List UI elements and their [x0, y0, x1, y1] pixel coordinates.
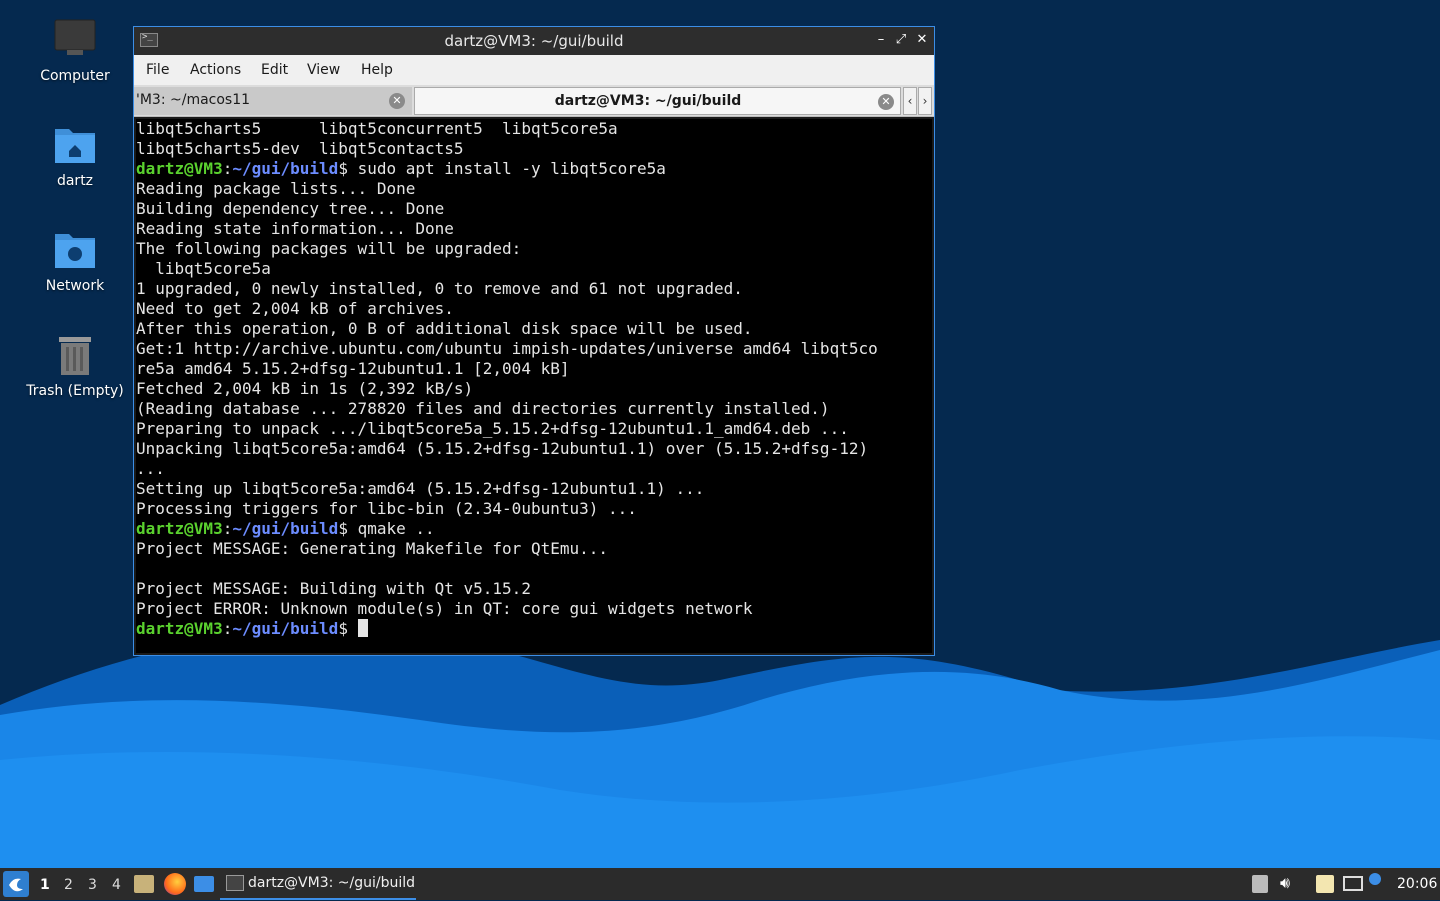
- terminal-output[interactable]: libqt5charts5 libqt5concurrent5 libqt5co…: [136, 119, 932, 653]
- terminal-line: (Reading database ... 278820 files and d…: [136, 399, 830, 418]
- terminal-icon: [226, 875, 244, 891]
- terminal-line: Reading package lists... Done: [136, 179, 416, 198]
- tab-macos11[interactable]: 'M3: ~/macos11 ✕: [134, 87, 412, 115]
- desktop-icon-label: Network: [45, 278, 105, 294]
- window-titlebar[interactable]: dartz@VM3: ~/gui/build – ⤢ ✕: [134, 27, 934, 55]
- terminal-line: libqt5charts5 libqt5concurrent5 libqt5co…: [136, 119, 618, 138]
- menu-bar: File Actions Edit View Help: [134, 55, 934, 85]
- menu-view[interactable]: View: [307, 62, 340, 78]
- workspace-4[interactable]: 4: [112, 877, 121, 893]
- text-cursor: [357, 619, 368, 637]
- terminal-line: Project MESSAGE: Generating Makefile for…: [136, 539, 609, 558]
- command-text: sudo apt install -y libqt5core5a: [347, 159, 666, 178]
- clock[interactable]: 20:06: [1397, 876, 1437, 892]
- terminal-line: libqt5core5a: [136, 259, 271, 278]
- terminal-line: Project MESSAGE: Building with Qt v5.15.…: [136, 579, 531, 598]
- home-folder-icon: [51, 121, 99, 169]
- clipboard-icon[interactable]: [1316, 875, 1334, 893]
- maximize-button[interactable]: ⤢: [892, 31, 910, 49]
- terminal-line: re5a amd64 5.15.2+dfsg-12ubuntu1.1 [2,00…: [136, 359, 570, 378]
- tab-label: dartz@VM3: ~/gui/build: [554, 93, 742, 109]
- close-button[interactable]: ✕: [913, 31, 931, 49]
- desktop-icon-network[interactable]: Network: [20, 226, 130, 294]
- prompt-path: ~/gui/build: [232, 519, 339, 538]
- terminal-line: Unpacking libqt5core5a:amd64 (5.15.2+dfs…: [136, 439, 869, 458]
- notification-icon[interactable]: [1369, 873, 1381, 885]
- desktop-icon-computer[interactable]: Computer: [20, 16, 130, 84]
- prompt-path: ~/gui/build: [232, 619, 339, 638]
- desktop-icon-label: Computer: [40, 68, 110, 84]
- terminal-line: libqt5charts5-dev libqt5contacts5: [136, 139, 464, 158]
- prompt-user: dartz@VM3: [136, 619, 223, 638]
- tab-label: 'M3: ~/macos11: [136, 92, 251, 108]
- terminal-window[interactable]: dartz@VM3: ~/gui/build – ⤢ ✕ File Action…: [133, 26, 935, 656]
- tab-bar: 'M3: ~/macos11 ✕ dartz@VM3: ~/gui/build …: [134, 85, 934, 117]
- computer-icon: [51, 16, 99, 64]
- volume-icon[interactable]: 🔊︎: [1280, 873, 1290, 893]
- menu-file[interactable]: File: [146, 62, 169, 78]
- workspace-2[interactable]: 2: [64, 877, 73, 893]
- terminal-line: After this operation, 0 B of additional …: [136, 319, 753, 338]
- prompt-user: dartz@VM3: [136, 159, 223, 178]
- firefox-icon[interactable]: [164, 873, 186, 895]
- tab-scroll-right-button[interactable]: ›: [918, 87, 932, 115]
- menu-actions[interactable]: Actions: [190, 62, 241, 78]
- terminal-line: Preparing to unpack .../libqt5core5a_5.1…: [136, 419, 849, 438]
- eject-icon[interactable]: [1252, 875, 1268, 893]
- prompt-user: dartz@VM3: [136, 519, 223, 538]
- prompt-path: ~/gui/build: [232, 159, 339, 178]
- terminal-line: ...: [136, 459, 165, 478]
- terminal-line: The following packages will be upgraded:: [136, 239, 522, 258]
- start-menu-icon[interactable]: [3, 871, 29, 897]
- network-folder-icon: [51, 226, 99, 274]
- command-text: qmake ..: [347, 519, 435, 538]
- file-manager-icon[interactable]: [134, 875, 154, 893]
- desktop-icon-label: dartz: [56, 173, 94, 189]
- terminal-line: Processing triggers for libc-bin (2.34-0…: [136, 499, 637, 518]
- desktop-icon-trash[interactable]: Trash (Empty): [20, 331, 130, 399]
- window-title: dartz@VM3: ~/gui/build: [444, 32, 624, 50]
- tab-close-icon[interactable]: ✕: [389, 93, 405, 109]
- trash-icon: [51, 331, 99, 379]
- network-status-icon[interactable]: [1343, 876, 1363, 891]
- show-desktop-icon[interactable]: [194, 876, 214, 892]
- minimize-button[interactable]: –: [872, 31, 890, 49]
- tab-gui-build[interactable]: dartz@VM3: ~/gui/build ✕: [414, 87, 901, 115]
- menu-edit[interactable]: Edit: [261, 62, 288, 78]
- workspace-3[interactable]: 3: [88, 877, 97, 893]
- taskbar: 1 2 3 4 dartz@VM3: ~/gui/build 🔊︎ 20:06: [0, 868, 1440, 900]
- terminal-line: Setting up libqt5core5a:amd64 (5.15.2+df…: [136, 479, 705, 498]
- menu-help[interactable]: Help: [361, 62, 393, 78]
- terminal-line: Building dependency tree... Done: [136, 199, 445, 218]
- terminal-line: 1 upgraded, 0 newly installed, 0 to remo…: [136, 279, 743, 298]
- terminal-prompt-line: dartz@VM3:~/gui/build$ sudo apt install …: [136, 159, 666, 178]
- terminal-prompt-line: dartz@VM3:~/gui/build$: [136, 619, 932, 639]
- command-text: [348, 619, 358, 638]
- tab-close-icon[interactable]: ✕: [878, 94, 894, 110]
- taskbar-window-item[interactable]: dartz@VM3: ~/gui/build: [220, 868, 416, 900]
- tab-scroll-left-button[interactable]: ‹: [903, 87, 917, 115]
- terminal-line: Project ERROR: Unknown module(s) in QT: …: [136, 599, 753, 618]
- terminal-line: Get:1 http://archive.ubuntu.com/ubuntu i…: [136, 339, 878, 358]
- terminal-line: Reading state information... Done: [136, 219, 454, 238]
- desktop-icon-label: Trash (Empty): [26, 383, 124, 399]
- workspace-1[interactable]: 1: [40, 877, 50, 893]
- desktop-icon-dartz[interactable]: dartz: [20, 121, 130, 189]
- taskbar-window-label: dartz@VM3: ~/gui/build: [248, 875, 416, 891]
- terminal-line: Need to get 2,004 kB of archives.: [136, 299, 454, 318]
- terminal-line: Fetched 2,004 kB in 1s (2,392 kB/s): [136, 379, 474, 398]
- terminal-prompt-line: dartz@VM3:~/gui/build$ qmake ..: [136, 519, 435, 538]
